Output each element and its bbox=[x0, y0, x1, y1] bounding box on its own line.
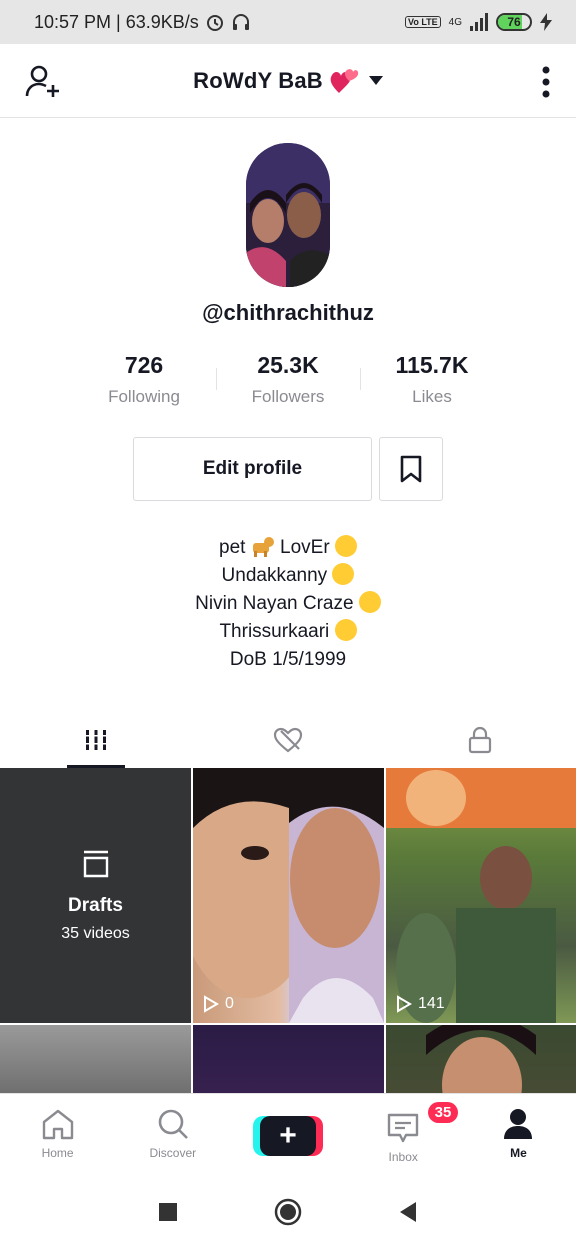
create-plus-icon: + bbox=[253, 1116, 323, 1156]
avatar[interactable] bbox=[246, 143, 330, 287]
status-bar: 10:57 PM | 63.9KB/s Vo LTE 4G 76 bbox=[0, 0, 576, 44]
video-thumbnail[interactable] bbox=[386, 1025, 576, 1093]
play-icon bbox=[397, 995, 412, 1013]
stat-followers[interactable]: 25.3K Followers bbox=[216, 352, 360, 407]
video-image bbox=[426, 1025, 536, 1093]
battery-level: 76 bbox=[507, 15, 521, 29]
tab-liked[interactable] bbox=[192, 712, 384, 768]
headphones-icon bbox=[232, 14, 249, 30]
status-time: 10:57 PM | 63.9KB/s bbox=[34, 11, 199, 32]
liked-hidden-icon bbox=[273, 727, 303, 753]
bio-text: Thrissurkaari bbox=[219, 621, 330, 642]
nav-home[interactable]: Home bbox=[0, 1094, 115, 1175]
bottom-navigation: Home Discover + Inbox 35 Me bbox=[0, 1093, 576, 1175]
stat-following[interactable]: 726 Following bbox=[72, 352, 216, 407]
profile-header: RoWdY BaB bbox=[0, 44, 576, 118]
stat-value: 25.3K bbox=[257, 352, 319, 378]
nav-label: Me bbox=[510, 1146, 527, 1160]
tab-videos[interactable] bbox=[0, 712, 192, 768]
kiss-emoji-icon bbox=[334, 535, 357, 557]
video-image bbox=[386, 768, 576, 1023]
charging-icon bbox=[540, 13, 552, 31]
content-tabs bbox=[0, 712, 576, 768]
dog-emoji-icon bbox=[252, 537, 274, 557]
inbox-icon bbox=[388, 1113, 419, 1143]
stat-value: 115.7K bbox=[395, 352, 469, 378]
battery-icon: 76 bbox=[496, 13, 532, 31]
bio-line: Undakkanny bbox=[0, 562, 576, 590]
hearts-emoji-icon bbox=[330, 68, 359, 93]
stat-value: 726 bbox=[124, 352, 164, 378]
alarm-icon bbox=[206, 15, 223, 31]
bio-text: pet bbox=[219, 537, 246, 558]
add-user-icon[interactable] bbox=[24, 64, 64, 100]
lock-icon bbox=[468, 726, 492, 754]
drafts-tile[interactable]: Drafts 35 videos bbox=[0, 768, 191, 1023]
network-type: 4G bbox=[448, 16, 462, 28]
view-count: 0 bbox=[203, 995, 234, 1013]
drafts-icon bbox=[83, 850, 108, 877]
search-icon bbox=[158, 1109, 188, 1139]
more-vertical-icon[interactable] bbox=[540, 66, 552, 98]
bio-line: Thrissurkaari bbox=[0, 618, 576, 646]
video-thumbnail[interactable] bbox=[193, 1025, 384, 1093]
nav-label: Discover bbox=[149, 1146, 197, 1160]
bio-text: Nivin Nayan Craze bbox=[195, 593, 354, 614]
view-count-value: 141 bbox=[418, 995, 445, 1012]
bio-line: DoB 1/5/1999 bbox=[0, 646, 576, 674]
profile-stats: 726 Following 25.3K Followers 115.7K Lik… bbox=[72, 352, 504, 407]
stat-label: Followers bbox=[251, 387, 325, 406]
bio-line: pet LovEr bbox=[0, 534, 576, 562]
stat-label: Likes bbox=[412, 387, 452, 406]
nav-inbox[interactable]: Inbox 35 bbox=[346, 1094, 461, 1175]
avatar-photo bbox=[246, 143, 330, 287]
video-thumbnail[interactable]: 141 bbox=[386, 768, 576, 1023]
video-thumbnail[interactable]: 0 bbox=[193, 768, 384, 1023]
inbox-badge: 35 bbox=[427, 1102, 459, 1123]
bio-line: Nivin Nayan Craze bbox=[0, 590, 576, 618]
home-icon bbox=[42, 1109, 73, 1140]
play-icon bbox=[204, 995, 219, 1013]
volte-badge: Vo LTE bbox=[404, 16, 441, 28]
home-circle-icon[interactable] bbox=[274, 1198, 302, 1226]
nav-me[interactable]: Me bbox=[461, 1094, 576, 1175]
account-switcher[interactable]: RoWdY BaB bbox=[193, 67, 383, 95]
signal-icon bbox=[470, 13, 488, 31]
view-count: 141 bbox=[396, 995, 445, 1013]
nav-label: Inbox bbox=[388, 1150, 418, 1164]
recents-icon[interactable] bbox=[158, 1202, 178, 1222]
bio-text: LovEr bbox=[280, 537, 330, 558]
bookmark-icon bbox=[400, 455, 422, 483]
username: @chithrachithuz bbox=[202, 300, 374, 325]
nav-create[interactable]: + bbox=[230, 1094, 345, 1175]
drafts-count: 35 videos bbox=[61, 924, 130, 942]
system-navigation bbox=[0, 1175, 576, 1248]
video-thumbnail[interactable] bbox=[0, 1025, 191, 1093]
profile-icon bbox=[504, 1109, 533, 1139]
favorites-button[interactable] bbox=[379, 437, 443, 501]
nav-label: Home bbox=[41, 1146, 74, 1160]
star-struck-emoji-icon bbox=[334, 619, 357, 641]
back-icon[interactable] bbox=[398, 1201, 418, 1223]
bio-text: DoB 1/5/1999 bbox=[229, 649, 347, 670]
stat-likes[interactable]: 115.7K Likes bbox=[360, 352, 504, 407]
bio-text: Undakkanny bbox=[221, 565, 328, 586]
chevron-down-icon bbox=[368, 76, 383, 85]
grid-icon bbox=[86, 730, 106, 750]
tab-private[interactable] bbox=[384, 712, 576, 768]
video-grid: Drafts 35 videos 0 141 bbox=[0, 768, 576, 1093]
smiling-hearts-emoji-icon bbox=[358, 591, 381, 613]
edit-profile-button[interactable]: Edit profile bbox=[133, 437, 372, 501]
video-image bbox=[193, 768, 384, 1023]
heart-eyes-emoji-icon bbox=[332, 563, 355, 585]
nav-discover[interactable]: Discover bbox=[115, 1094, 230, 1175]
account-name: RoWdY BaB bbox=[193, 67, 323, 93]
view-count-value: 0 bbox=[225, 995, 234, 1012]
profile-bio: pet LovEr Undakkanny Nivin Nayan Craze T… bbox=[0, 534, 576, 674]
stat-label: Following bbox=[108, 387, 180, 406]
drafts-title: Drafts bbox=[68, 894, 123, 916]
